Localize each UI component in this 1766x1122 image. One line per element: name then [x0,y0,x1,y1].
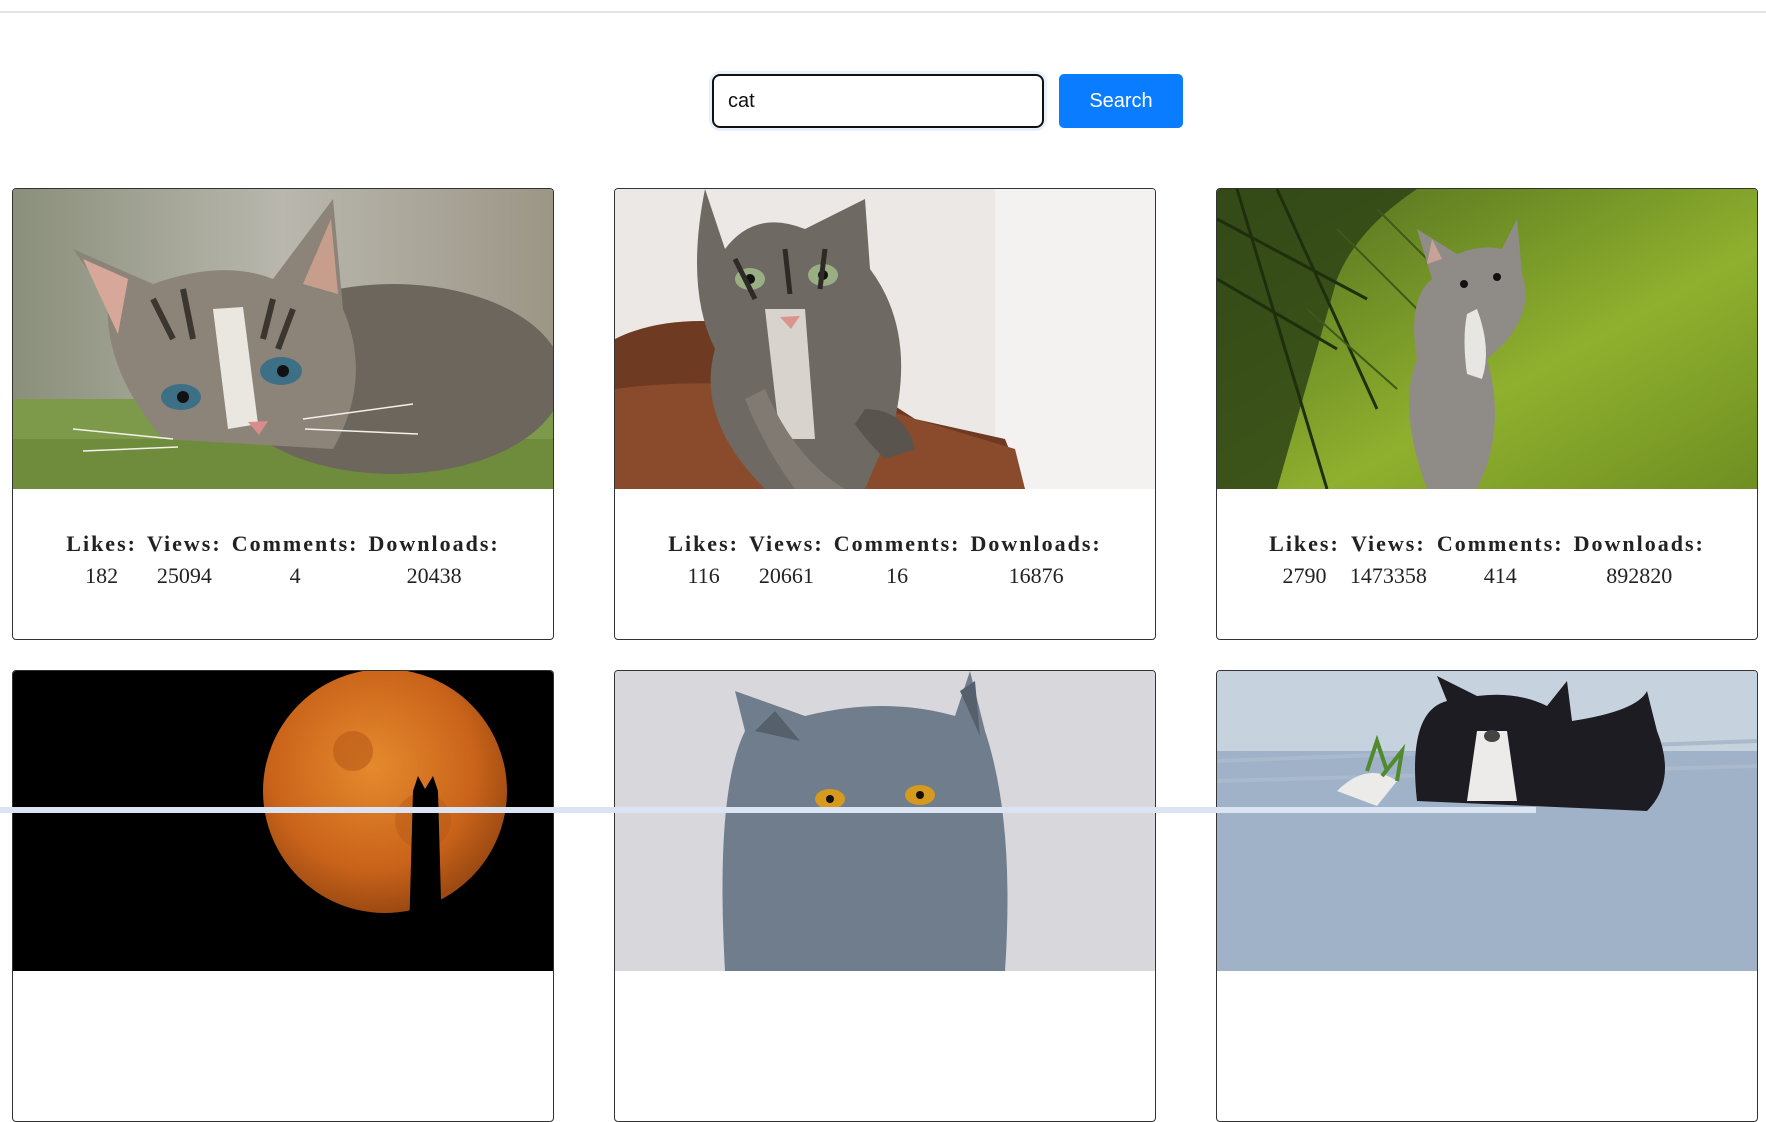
tabby-kitten-image [13,189,553,489]
likes-value: 2790 [1282,563,1327,588]
cat-moon-image [13,671,553,971]
likes-label: Likes: [66,531,137,556]
likes-stat: Likes: 182 [66,531,137,589]
downloads-stat: Downloads: 16876 [970,531,1101,589]
image-card [614,670,1156,1122]
likes-label: Likes: [1269,531,1340,556]
likes-label: Likes: [668,531,739,556]
downloads-stat: Downloads: 892820 [1574,531,1705,589]
likes-stat: Likes: 2790 [1269,531,1340,589]
downloads-value: 20438 [406,563,462,588]
downloads-label: Downloads: [368,531,500,556]
downloads-label: Downloads: [1573,531,1705,556]
views-label: Views: [1350,531,1426,556]
horizontal-scrollbar[interactable] [0,807,1536,813]
views-label: Views: [146,531,222,556]
downloads-value: 892820 [1606,563,1673,588]
search-button[interactable]: Search [1059,74,1183,128]
views-value: 1473358 [1349,563,1427,588]
downloads-label: Downloads: [970,531,1102,556]
comments-label: Comments: [231,531,359,556]
tabby-cat-cushion-image [615,189,1155,489]
card-image[interactable] [1217,189,1757,489]
downloads-value: 16876 [1008,563,1064,588]
card-stats: Likes: 182 Views: 25094 Comments: 4 Down… [13,489,553,589]
card-image[interactable] [615,189,1155,489]
image-card: Likes: 182 Views: 25094 Comments: 4 Down… [12,188,554,640]
card-image[interactable] [1217,671,1757,971]
kitten-playing-image [1217,671,1757,971]
likes-value: 182 [85,563,119,588]
likes-value: 116 [687,563,720,588]
views-stat: Views: 20661 [749,531,824,589]
card-image[interactable] [13,671,553,971]
comments-value: 16 [886,563,909,588]
views-label: Views: [748,531,824,556]
card-image[interactable] [13,189,553,489]
comments-label: Comments: [1436,531,1564,556]
views-stat: Views: 25094 [147,531,222,589]
comments-stat: Comments: 4 [232,531,359,589]
card-stats: Likes: 116 Views: 20661 Comments: 16 Dow… [615,489,1155,589]
comments-label: Comments: [833,531,961,556]
card-stats: Likes: 2790 Views: 1473358 Comments: 414… [1217,489,1757,589]
downloads-stat: Downloads: 20438 [368,531,499,589]
image-gallery: Likes: 182 Views: 25094 Comments: 4 Down… [12,188,1758,1122]
grey-kitten-tree-image [1217,189,1757,489]
likes-stat: Likes: 116 [668,531,739,589]
search-input[interactable] [712,74,1044,128]
views-stat: Views: 1473358 [1350,531,1427,589]
grey-cat-image [615,671,1155,971]
comments-stat: Comments: 16 [834,531,961,589]
image-card: Likes: 116 Views: 20661 Comments: 16 Dow… [614,188,1156,640]
views-value: 20661 [758,563,814,588]
image-card: Likes: 2790 Views: 1473358 Comments: 414… [1216,188,1758,640]
image-card [12,670,554,1122]
comments-value: 4 [289,563,301,588]
image-card [1216,670,1758,1122]
top-divider [0,11,1766,13]
views-value: 25094 [156,563,212,588]
comments-stat: Comments: 414 [1437,531,1564,589]
card-image[interactable] [615,671,1155,971]
comments-value: 414 [1483,563,1517,588]
search-form: Search [712,74,1183,128]
